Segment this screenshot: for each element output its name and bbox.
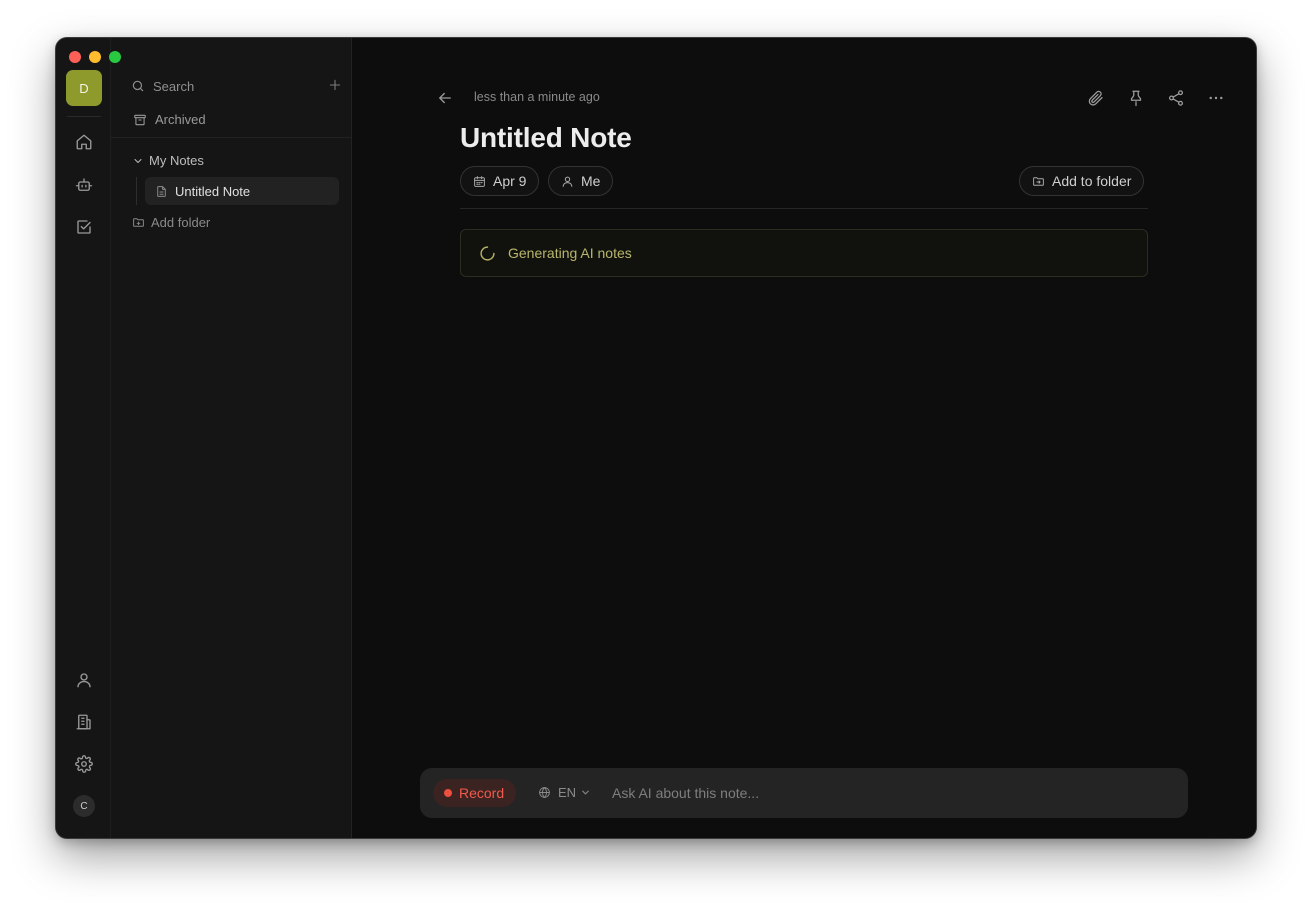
traffic-lights (69, 51, 121, 63)
maximize-window-button[interactable] (109, 51, 121, 63)
folder-plus-icon (132, 216, 145, 229)
organization-button[interactable] (70, 708, 98, 736)
share-icon (1167, 89, 1185, 107)
ai-bot-button[interactable] (70, 171, 98, 199)
record-dot-icon (444, 789, 452, 797)
pin-icon (1127, 89, 1145, 107)
archived-link[interactable]: Archived (133, 112, 206, 127)
back-button[interactable] (436, 89, 454, 107)
sidebar-note-item[interactable]: Untitled Note (145, 177, 339, 205)
arrow-left-icon (436, 89, 454, 107)
globe-icon (538, 786, 551, 799)
archived-label: Archived (155, 112, 206, 127)
minimize-window-button[interactable] (89, 51, 101, 63)
folder-move-icon (1032, 175, 1045, 188)
search-label: Search (153, 78, 195, 94)
date-chip-label: Apr 9 (493, 173, 527, 189)
document-icon (155, 185, 168, 198)
user-icon (75, 671, 93, 689)
add-folder-label: Add folder (151, 215, 211, 230)
icon-rail: D C (56, 38, 111, 838)
more-icon (1207, 89, 1225, 107)
add-to-folder-label: Add to folder (1052, 173, 1132, 189)
search-icon (131, 79, 145, 93)
home-button[interactable] (70, 128, 98, 156)
sidebar-search[interactable]: Search (131, 76, 343, 96)
chevron-down-icon (580, 787, 591, 798)
rail-divider (67, 116, 101, 117)
attach-button[interactable] (1087, 89, 1105, 107)
sidebar-note-label: Untitled Note (175, 183, 251, 199)
paperclip-icon (1087, 89, 1105, 107)
new-note-button[interactable] (327, 77, 343, 93)
note-editor: less than a minute ago Untitled Note Apr… (352, 38, 1256, 838)
add-folder-button[interactable]: Add folder (132, 215, 210, 230)
note-title[interactable]: Untitled Note (460, 122, 632, 154)
app-window: D C Search Archived My Notes Untitled No… (56, 38, 1256, 838)
folder-label: My Notes (149, 153, 204, 168)
chevron-down-icon[interactable] (132, 155, 144, 167)
sidebar-divider (111, 137, 352, 138)
language-label: EN (558, 785, 577, 800)
check-square-icon (75, 218, 93, 236)
ai-status-text: Generating AI notes (508, 245, 632, 261)
folder-my-notes[interactable]: My Notes (132, 153, 204, 168)
last-updated-text: less than a minute ago (474, 90, 600, 104)
archive-icon (133, 113, 147, 127)
record-button[interactable]: Record (433, 779, 517, 807)
header-divider (460, 208, 1148, 209)
home-icon (75, 133, 93, 151)
ai-status-banner: Generating AI notes (460, 229, 1148, 277)
workspace-avatar[interactable]: D (66, 70, 102, 106)
close-window-button[interactable] (69, 51, 81, 63)
language-selector[interactable]: EN (538, 785, 591, 800)
ask-ai-input[interactable] (612, 781, 1172, 805)
bot-icon (75, 176, 93, 194)
record-label: Record (459, 785, 505, 801)
share-button[interactable] (1167, 89, 1185, 107)
calendar-icon (473, 175, 486, 188)
date-chip[interactable]: Apr 9 (460, 166, 540, 196)
tree-guide-line (136, 177, 137, 205)
tasks-button[interactable] (70, 213, 98, 241)
spinner-icon (479, 245, 496, 262)
building-icon (75, 713, 93, 731)
user-icon (561, 175, 574, 188)
notes-sidebar: Search Archived My Notes Untitled Note A… (111, 38, 352, 838)
owner-chip-label: Me (581, 173, 601, 189)
ask-ai-bar: Record EN (420, 768, 1188, 818)
pin-button[interactable] (1127, 89, 1145, 107)
gear-icon (75, 755, 93, 773)
add-to-folder-button[interactable]: Add to folder (1019, 166, 1145, 196)
user-avatar[interactable]: C (73, 795, 95, 817)
settings-button[interactable] (70, 750, 98, 778)
profile-button[interactable] (70, 666, 98, 694)
more-options-button[interactable] (1207, 89, 1225, 107)
owner-chip[interactable]: Me (548, 166, 614, 196)
